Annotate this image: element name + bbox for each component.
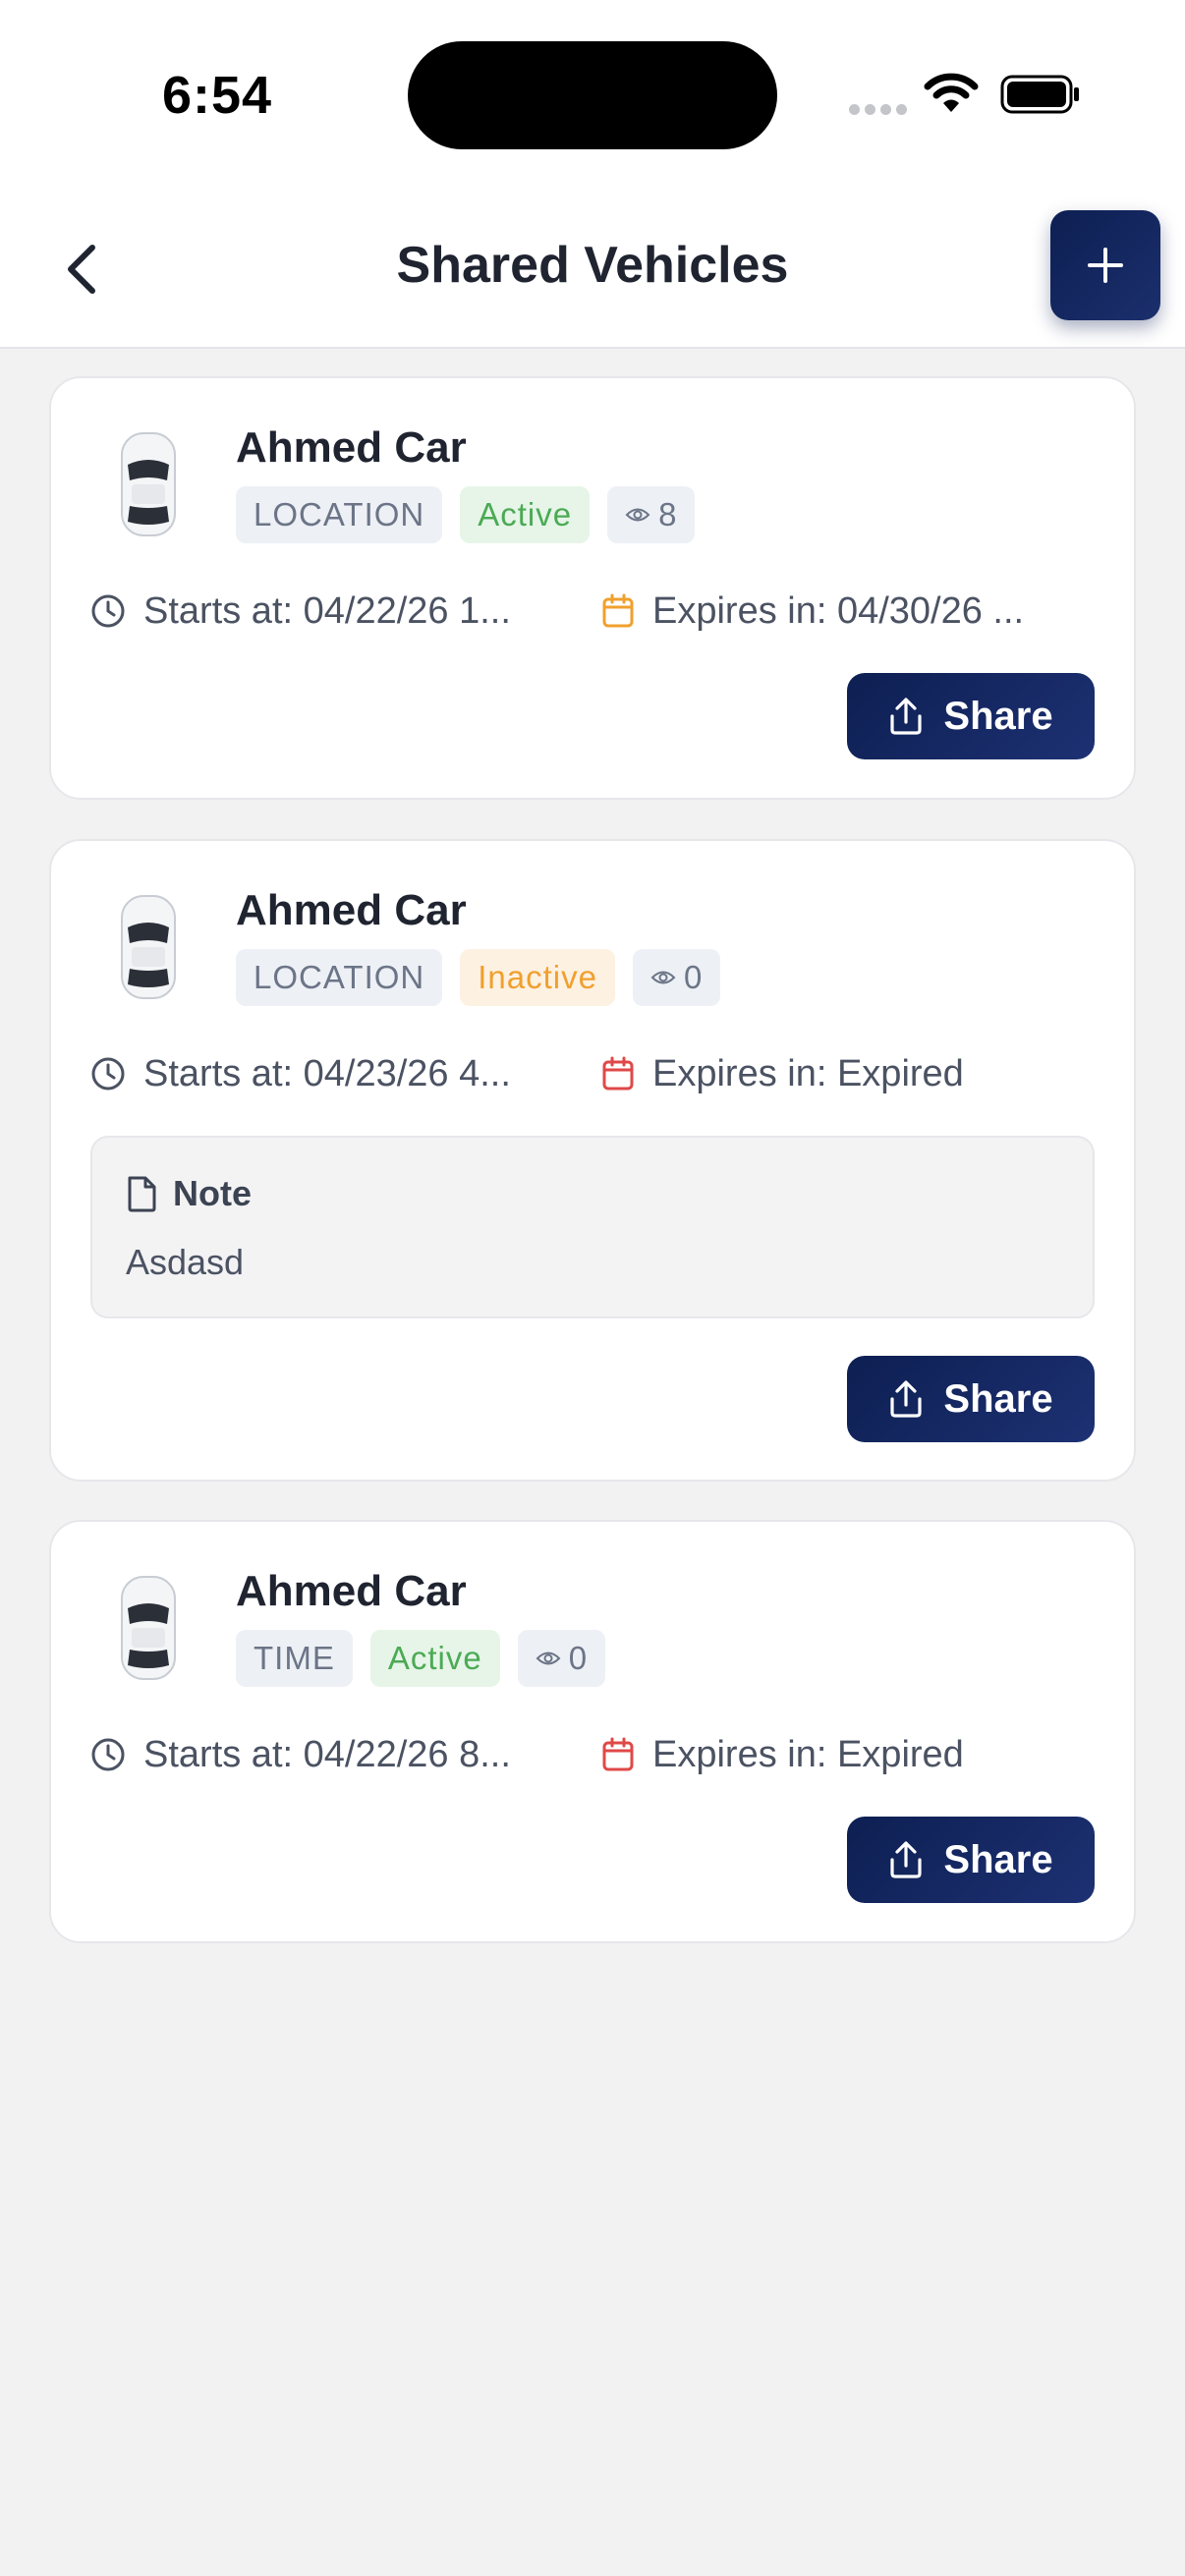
vehicle-name: Ahmed Car <box>236 1567 467 1615</box>
clock-icon <box>91 1057 125 1091</box>
car-icon <box>114 429 183 539</box>
chip-row: LOCATION Active 8 <box>236 486 712 543</box>
share-button-label: Share <box>943 1376 1053 1421</box>
status-badge: Active <box>460 486 591 543</box>
eye-icon <box>650 971 676 984</box>
app-header: Shared Vehicles <box>0 187 1185 349</box>
expires-in-text: Expires in: Expired <box>652 1733 964 1775</box>
share-button[interactable]: Share <box>847 673 1095 759</box>
share-upload-icon <box>890 698 923 735</box>
starts-at: Starts at: 04/22/26 1... <box>90 590 601 633</box>
calendar-icon <box>602 593 634 628</box>
note-box: Note Asdasd <box>90 1136 1095 1318</box>
clock-icon <box>91 594 125 628</box>
vehicle-name: Ahmed Car <box>236 886 467 934</box>
share-button[interactable]: Share <box>847 1356 1095 1442</box>
views-count: 0 <box>568 1640 589 1676</box>
eye-icon <box>625 508 650 522</box>
expires-in-text: Expires in: 04/30/26 ... <box>652 589 1025 632</box>
share-type-badge: TIME <box>236 1630 353 1687</box>
note-title: Note <box>173 1173 252 1213</box>
views-count: 8 <box>658 496 678 532</box>
chip-row: TIME Active 0 <box>236 1630 623 1687</box>
views-badge: 0 <box>632 949 721 1006</box>
chip-row: LOCATION Inactive 0 <box>236 949 738 1006</box>
wifi-icon <box>924 73 979 119</box>
document-icon <box>128 1176 156 1212</box>
starts-at-text: Starts at: 04/23/26 4... <box>143 1052 511 1094</box>
shared-vehicle-card[interactable]: Ahmed Car LOCATION Inactive 0 Starts at:… <box>49 839 1136 1482</box>
vehicle-name: Ahmed Car <box>236 423 467 472</box>
plus-icon <box>1088 248 1123 283</box>
cellular-signal-icon <box>849 102 912 120</box>
schedule-row: Starts at: 04/23/26 4... Expires in: Exp… <box>90 1046 1095 1101</box>
status-badge: Active <box>369 1630 500 1687</box>
share-button-label: Share <box>943 1837 1053 1881</box>
note-text: Asdasd <box>126 1242 245 1282</box>
expires-in: Expires in: Expired <box>601 1734 964 1776</box>
share-button-label: Share <box>943 694 1053 738</box>
calendar-icon <box>602 1737 634 1771</box>
dynamic-island <box>408 41 777 149</box>
starts-at-text: Starts at: 04/22/26 8... <box>143 1733 511 1775</box>
expires-in: Expires in: Expired <box>601 1053 964 1095</box>
schedule-row: Starts at: 04/22/26 8... Expires in: Exp… <box>90 1727 1095 1782</box>
views-badge: 8 <box>607 486 696 543</box>
expires-in: Expires in: 04/30/26 ... <box>601 590 1024 633</box>
schedule-row: Starts at: 04/22/26 1... Expires in: 04/… <box>90 584 1095 639</box>
share-upload-icon <box>890 1380 923 1418</box>
page-title: Shared Vehicles <box>396 237 789 294</box>
add-shared-vehicle-button[interactable] <box>1050 210 1160 320</box>
starts-at: Starts at: 04/22/26 8... <box>90 1734 601 1776</box>
expires-in-text: Expires in: Expired <box>652 1052 964 1094</box>
views-count: 0 <box>683 959 704 995</box>
starts-at: Starts at: 04/23/26 4... <box>90 1053 601 1095</box>
views-badge: 0 <box>517 1630 606 1687</box>
share-type-badge: LOCATION <box>236 486 443 543</box>
car-icon <box>114 892 183 1002</box>
eye-icon <box>536 1652 561 1665</box>
car-icon <box>114 1573 183 1683</box>
status-badge: Inactive <box>460 949 615 1006</box>
status-time: 6:54 <box>162 66 273 125</box>
share-button[interactable]: Share <box>847 1817 1095 1903</box>
shared-vehicle-card[interactable]: Ahmed Car TIME Active 0 Starts at: 04/22… <box>49 1520 1136 1943</box>
status-bar: 6:54 <box>0 0 1185 187</box>
starts-at-text: Starts at: 04/22/26 1... <box>143 589 511 632</box>
clock-icon <box>91 1738 125 1771</box>
shared-vehicle-card[interactable]: Ahmed Car LOCATION Active 8 Starts at: 0… <box>49 376 1136 800</box>
battery-icon <box>1000 75 1081 119</box>
note-header: Note <box>126 1173 252 1214</box>
share-type-badge: LOCATION <box>236 949 443 1006</box>
share-upload-icon <box>890 1841 923 1878</box>
calendar-icon <box>602 1056 634 1091</box>
